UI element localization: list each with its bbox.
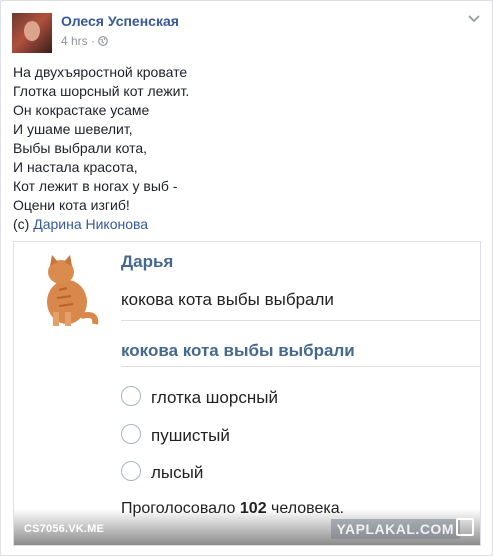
- link-domain[interactable]: CS7056.VK.ME: [24, 523, 104, 535]
- post-author-name[interactable]: Олеся Успенская: [61, 13, 179, 29]
- divider: [121, 366, 480, 367]
- cat-image: [23, 250, 105, 330]
- globe-icon[interactable]: [98, 34, 109, 48]
- poem-line: Он кокрастаке усаме: [13, 102, 150, 118]
- poll-option-label: глотка шорсный: [151, 388, 278, 407]
- credit-author-link[interactable]: Дарина Никонова: [33, 216, 148, 232]
- external-link-icon[interactable]: [456, 518, 474, 536]
- post-text: На двухъяростной кровате Глотка шорсный …: [13, 63, 473, 234]
- watermark: YAPLAKAL.COM: [330, 519, 460, 539]
- credit-line: (c) Дарина Никонова: [13, 215, 473, 234]
- vk-post-text: кокова кота выбы выбрали: [121, 290, 334, 309]
- meta-separator: ·: [91, 34, 96, 48]
- divider: [121, 320, 480, 321]
- shared-image[interactable]: Дарья кокова кота выбы выбрали кокова ко…: [13, 241, 481, 546]
- poem-line: И настала красота,: [13, 159, 138, 175]
- post-time[interactable]: 4 hrs: [61, 34, 88, 48]
- poll-option: глотка шорсный: [121, 386, 278, 408]
- poem-line: Выбы выбрали кота,: [13, 140, 148, 156]
- poll-option: пушистый: [121, 424, 230, 446]
- poll-option-label: пушистый: [151, 426, 230, 445]
- avatar-face: [24, 21, 40, 41]
- poll-title: кокова кота выбы выбрали: [121, 341, 355, 360]
- avatar[interactable]: [12, 13, 52, 53]
- vk-author-name: Дарья: [121, 252, 174, 271]
- chevron-down-icon[interactable]: [468, 11, 480, 26]
- post-meta: 4 hrs ·: [61, 34, 109, 48]
- poem-line: Оцени кота изгиб!: [13, 197, 130, 213]
- poll-option: лысый: [121, 461, 203, 483]
- poll-option-label: лысый: [151, 463, 204, 482]
- facebook-post: Олеся Успенская 4 hrs · На двухъяростной…: [0, 0, 493, 556]
- radio-button: [121, 461, 141, 481]
- radio-button: [121, 424, 141, 444]
- poem-line: На двухъяростной кровате: [13, 64, 188, 80]
- radio-button: [121, 386, 141, 406]
- poem-line: И ушаме шевелит,: [13, 121, 133, 137]
- poem-line: Кот лежит в ногах у выб -: [13, 178, 178, 194]
- poem-line: Глотка шорсный кот лежит.: [13, 83, 190, 99]
- credit-prefix: (c): [13, 216, 34, 232]
